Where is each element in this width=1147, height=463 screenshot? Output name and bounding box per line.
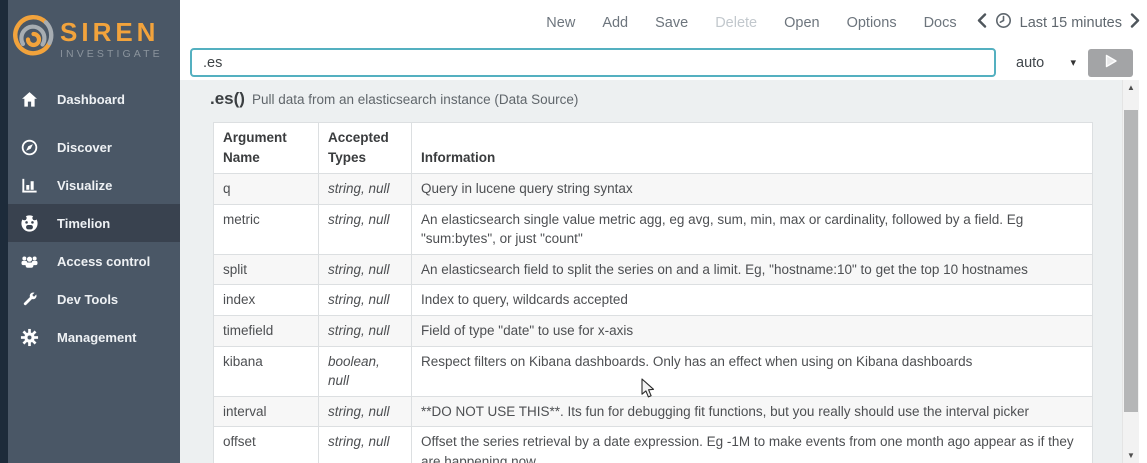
arg-types: boolean, null: [319, 346, 412, 396]
compass-icon: [20, 138, 39, 157]
sidebar: SIREN INVESTIGATE Dashboard Discover: [0, 0, 180, 463]
vertical-scrollbar[interactable]: ▲ ▼: [1122, 80, 1139, 463]
interval-select[interactable]: auto ▾: [1008, 48, 1084, 77]
scrollbar-thumb[interactable]: [1124, 110, 1138, 412]
home-icon: [20, 90, 39, 109]
function-name: .es(): [210, 89, 245, 109]
arg-info: Field of type "date" to use for x-axis: [412, 315, 1093, 346]
sidebar-item-label: Timelion: [57, 216, 110, 231]
siren-logo-icon: [9, 13, 57, 66]
arg-info: An elasticsearch field to split the seri…: [412, 254, 1093, 285]
col-accepted-types: Accepted Types: [319, 123, 412, 174]
arg-name: interval: [214, 396, 319, 427]
arg-name: offset: [214, 427, 319, 463]
arg-info: **DO NOT USE THIS**. Its fun for debuggi…: [412, 396, 1093, 427]
table-row: split string, null An elasticsearch fiel…: [214, 254, 1093, 285]
sidebar-item-dev-tools[interactable]: Dev Tools: [0, 280, 180, 318]
docs-panel: .es() Pull data from an elasticsearch in…: [180, 80, 1122, 463]
time-range-label: Last 15 minutes: [1020, 15, 1122, 31]
toolbar-links: New Add Save Delete Open Options Docs: [546, 15, 956, 31]
arg-types: string, null: [319, 254, 412, 285]
arg-name: split: [214, 254, 319, 285]
table-row: kibana boolean, null Respect filters on …: [214, 346, 1093, 396]
arg-info: An elasticsearch single value metric agg…: [412, 204, 1093, 254]
scroll-up-icon[interactable]: ▲: [1123, 80, 1139, 95]
open-button[interactable]: Open: [784, 15, 819, 31]
siren-logo[interactable]: SIREN INVESTIGATE: [0, 0, 180, 72]
chevron-right-icon[interactable]: [1130, 13, 1140, 32]
logo-title: SIREN: [60, 19, 163, 45]
arg-types: string, null: [319, 174, 412, 205]
arg-name: index: [214, 285, 319, 316]
table-row: q string, null Query in lucene query str…: [214, 174, 1093, 205]
run-button[interactable]: [1088, 49, 1133, 77]
top-toolbar: New Add Save Delete Open Options Docs La…: [180, 0, 1147, 45]
sidebar-item-label: Dashboard: [57, 92, 125, 107]
app-window: SIREN INVESTIGATE Dashboard Discover: [0, 0, 1147, 463]
table-row: interval string, null **DO NOT USE THIS*…: [214, 396, 1093, 427]
chevron-down-icon: ▾: [1070, 56, 1076, 69]
sidebar-item-dashboard[interactable]: Dashboard: [0, 80, 180, 118]
table-row: metric string, null An elasticsearch sin…: [214, 204, 1093, 254]
arg-types: string, null: [319, 285, 412, 316]
arguments-table: Argument Name Accepted Types Information…: [213, 122, 1093, 463]
logo-subtitle: INVESTIGATE: [60, 48, 163, 60]
col-information: Information: [412, 123, 1093, 174]
new-button[interactable]: New: [546, 15, 575, 31]
arg-types: string, null: [319, 315, 412, 346]
delete-button: Delete: [715, 15, 757, 31]
options-button[interactable]: Options: [847, 15, 897, 31]
table-header-row: Argument Name Accepted Types Information: [214, 123, 1093, 174]
timelion-query-bar: auto ▾: [180, 45, 1147, 80]
interval-value: auto: [1016, 55, 1044, 71]
clock-icon: [995, 12, 1012, 33]
wrench-icon: [20, 290, 39, 309]
col-argument-name: Argument Name: [214, 123, 319, 174]
sidebar-item-label: Access control: [57, 254, 150, 269]
users-icon: [20, 252, 39, 271]
arg-types: string, null: [319, 396, 412, 427]
expression-input[interactable]: [190, 48, 996, 77]
sidebar-item-label: Dev Tools: [57, 292, 118, 307]
sidebar-item-discover[interactable]: Discover: [0, 128, 180, 166]
arg-info: Query in lucene query string syntax: [412, 174, 1093, 205]
bar-chart-icon: [20, 176, 39, 195]
arg-info: Index to query, wildcards accepted: [412, 285, 1093, 316]
sidebar-nav: Dashboard Discover Visualize: [0, 72, 180, 356]
docs-header: .es() Pull data from an elasticsearch in…: [180, 80, 1122, 122]
function-description: Pull data from an elasticsearch instance…: [252, 92, 578, 107]
table-row: index string, null Index to query, wildc…: [214, 285, 1093, 316]
docs-button[interactable]: Docs: [924, 15, 957, 31]
arg-types: string, null: [319, 427, 412, 463]
scroll-down-icon[interactable]: ▼: [1123, 448, 1139, 463]
sidebar-item-label: Management: [57, 330, 136, 345]
table-row: timefield string, null Field of type "da…: [214, 315, 1093, 346]
save-button[interactable]: Save: [655, 15, 688, 31]
sidebar-item-access-control[interactable]: Access control: [0, 242, 180, 280]
arg-name: q: [214, 174, 319, 205]
play-icon: [1103, 53, 1119, 72]
table-row: offset string, null Offset the series re…: [214, 427, 1093, 463]
arg-info: Offset the series retrieval by a date ex…: [412, 427, 1093, 463]
sidebar-item-timelion[interactable]: Timelion: [0, 204, 180, 242]
sidebar-item-label: Visualize: [57, 178, 112, 193]
gear-icon: [20, 328, 39, 347]
sidebar-item-management[interactable]: Management: [0, 318, 180, 356]
arg-types: string, null: [319, 204, 412, 254]
time-picker[interactable]: Last 15 minutes: [977, 12, 1140, 33]
arg-name: timefield: [214, 315, 319, 346]
arg-name: metric: [214, 204, 319, 254]
add-button[interactable]: Add: [602, 15, 628, 31]
main-area: New Add Save Delete Open Options Docs La…: [180, 0, 1147, 463]
chevron-left-icon[interactable]: [977, 13, 987, 32]
sidebar-item-visualize[interactable]: Visualize: [0, 166, 180, 204]
arg-name: kibana: [214, 346, 319, 396]
arg-info: Respect filters on Kibana dashboards. On…: [412, 346, 1093, 396]
sidebar-item-label: Discover: [57, 140, 112, 155]
timelion-icon: [20, 214, 39, 233]
